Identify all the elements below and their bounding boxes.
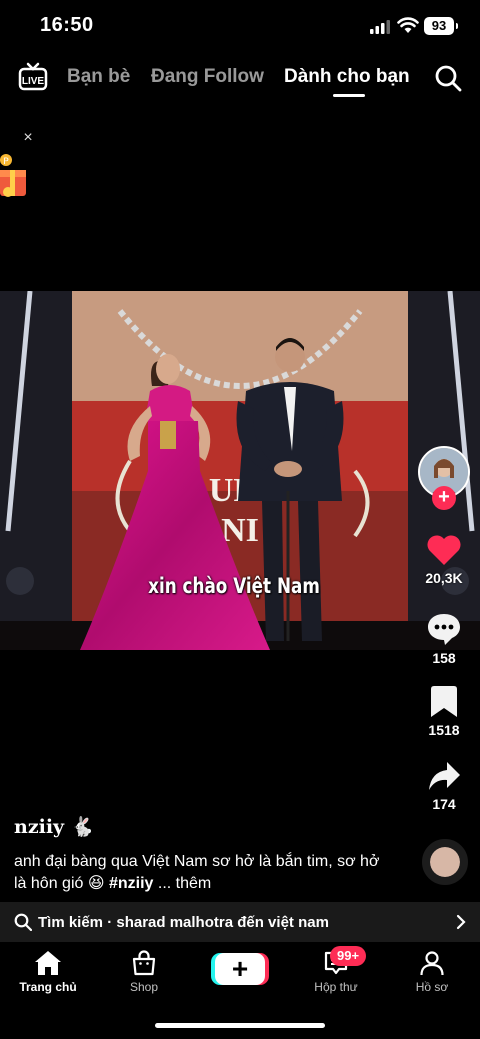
like-button[interactable]: 20,3K <box>414 534 474 586</box>
search-suggestion-label: Tìm kiếm · sharad malhotra đến việt nam <box>38 914 329 931</box>
share-count: 174 <box>432 796 456 812</box>
tab-for-you[interactable]: Dành cho bạn <box>284 66 410 88</box>
promo-close-icon[interactable]: × <box>21 130 35 146</box>
battery-indicator: 93 <box>424 17 458 35</box>
post-username[interactable]: nziiy 🐇 <box>14 815 94 838</box>
comment-button[interactable]: 158 <box>414 612 474 666</box>
inbox-badge: 99+ <box>330 946 367 966</box>
share-button[interactable]: 174 <box>414 760 474 812</box>
create-button[interactable]: + <box>215 953 265 985</box>
cellular-signal-icon <box>370 20 390 34</box>
comment-count: 158 <box>432 650 456 666</box>
search-icon[interactable] <box>434 64 462 92</box>
hashtag-link[interactable]: #nziiy <box>109 875 153 892</box>
nav-home-label: Trang chủ <box>19 980 77 994</box>
shopping-bag-icon <box>132 950 156 976</box>
heart-icon <box>427 535 461 565</box>
nav-inbox-label: Hộp thư <box>314 980 358 994</box>
profile-person-icon <box>420 951 444 976</box>
chevron-right-icon <box>456 914 466 930</box>
tab-friends[interactable]: Bạn bè <box>67 66 130 88</box>
post-description[interactable]: anh đại bàng qua Việt Nam sơ hở là bắn t… <box>14 851 394 895</box>
svg-text:P: P <box>3 157 9 167</box>
bookmark-icon <box>431 686 457 717</box>
nav-shop[interactable]: Shop <box>104 950 184 994</box>
svg-text:LIVE: LIVE <box>22 76 45 87</box>
home-indicator <box>155 1023 325 1028</box>
music-disc-icon[interactable] <box>422 839 468 885</box>
follow-plus-button[interactable]: + <box>432 486 456 510</box>
see-more-link[interactable]: ... thêm <box>153 875 211 892</box>
search-suggestion-bar[interactable]: Tìm kiếm · sharad malhotra đến việt nam <box>0 902 480 942</box>
tab-following[interactable]: Đang Follow <box>151 66 264 88</box>
home-icon <box>35 951 61 975</box>
top-navigation: LIVE Bạn bè Đang Follow Dành cho bạn <box>0 58 480 98</box>
comment-bubble-icon <box>428 614 460 645</box>
video-caption: xin chào Việt Nam <box>148 574 320 598</box>
status-bar: 16:50 93 <box>0 0 480 50</box>
live-tv-icon[interactable]: LIVE <box>18 62 48 92</box>
share-arrow-icon <box>429 762 460 790</box>
search-icon <box>14 913 32 931</box>
plus-icon: + <box>231 953 249 984</box>
nav-shop-label: Shop <box>129 980 159 994</box>
nav-profile-label: Hồ sơ <box>415 980 449 994</box>
nav-profile[interactable]: Hồ sơ <box>392 950 472 994</box>
wifi-icon <box>397 17 419 33</box>
gift-box-icon[interactable]: P <box>0 152 28 200</box>
save-button[interactable]: 1518 <box>414 686 474 738</box>
active-tab-indicator <box>333 94 365 97</box>
nav-home[interactable]: Trang chủ <box>8 950 88 994</box>
like-count: 20,3K <box>425 570 463 586</box>
save-count: 1518 <box>428 722 460 738</box>
status-time: 16:50 <box>40 14 94 36</box>
